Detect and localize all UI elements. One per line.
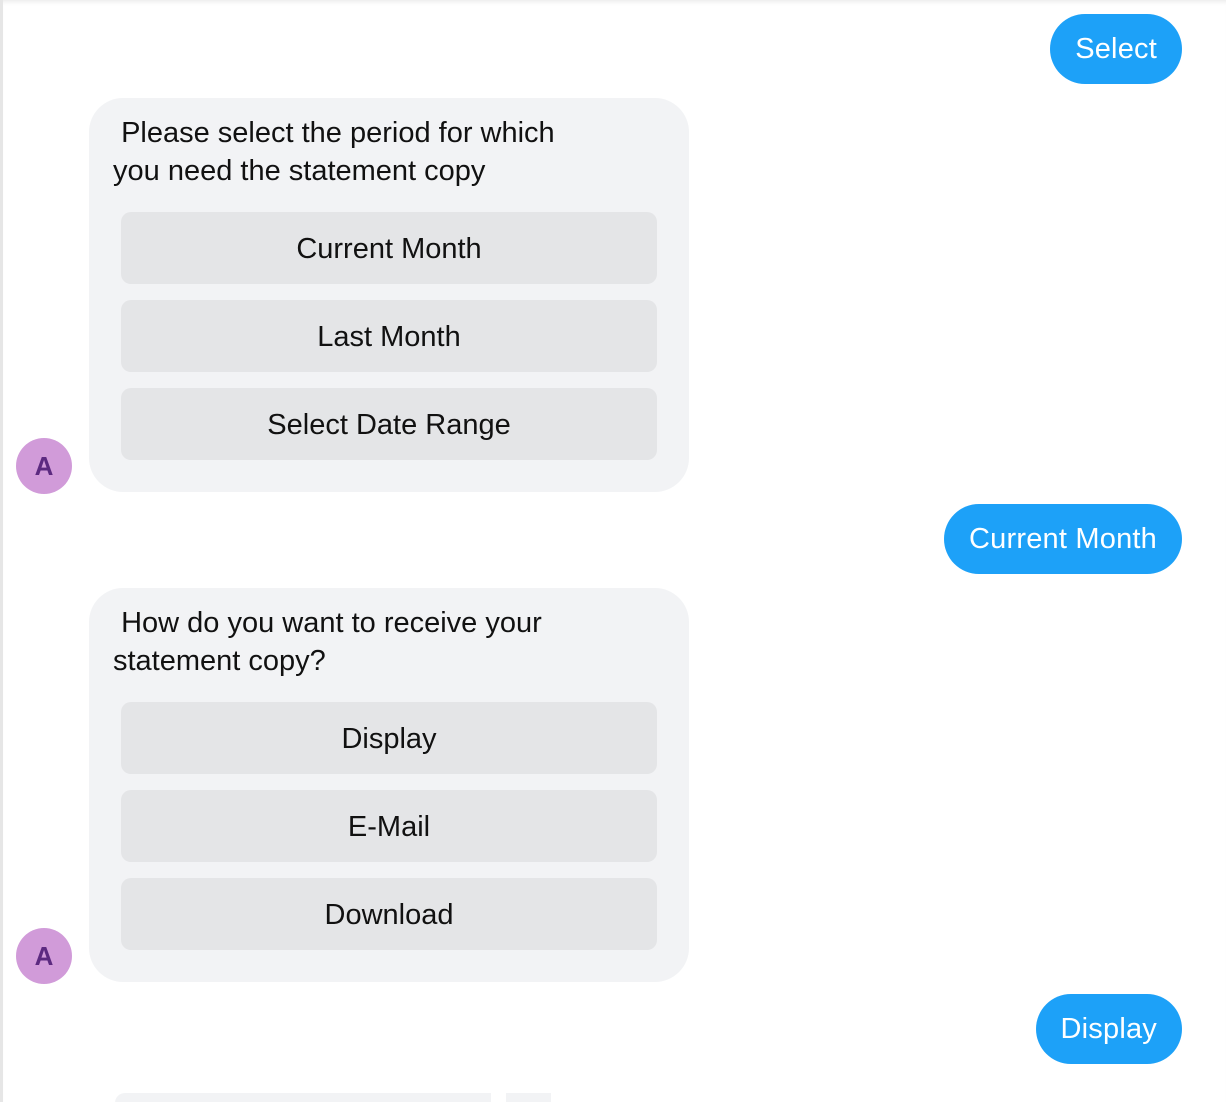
bot-avatar-icon: A xyxy=(16,438,72,494)
quick-reply-select-date-range[interactable]: Select Date Range xyxy=(121,388,657,460)
user-message-select: Select xyxy=(1050,14,1182,84)
quick-reply-display[interactable]: Display xyxy=(121,702,657,774)
user-message-current-month: Current Month xyxy=(944,504,1182,574)
bot-avatar-icon: A xyxy=(16,928,72,984)
quick-reply-current-month[interactable]: Current Month xyxy=(121,212,657,284)
quick-reply-email[interactable]: E-Mail xyxy=(121,790,657,862)
bot-message-text: Please select the period for which you n… xyxy=(113,117,555,187)
partial-bot-bubble xyxy=(115,1093,491,1102)
chat-conversation: Select Please select the period for whic… xyxy=(0,0,1226,1102)
user-message-display: Display xyxy=(1035,994,1182,1064)
bot-message-text: How do you want to receive your statemen… xyxy=(113,607,542,677)
quick-reply-last-month[interactable]: Last Month xyxy=(121,300,657,372)
bot-bubble: Please select the period for which you n… xyxy=(89,98,689,492)
bot-bubble: How do you want to receive your statemen… xyxy=(89,588,689,982)
partial-bot-bubble-element xyxy=(506,1093,551,1102)
quick-reply-download[interactable]: Download xyxy=(121,878,657,950)
